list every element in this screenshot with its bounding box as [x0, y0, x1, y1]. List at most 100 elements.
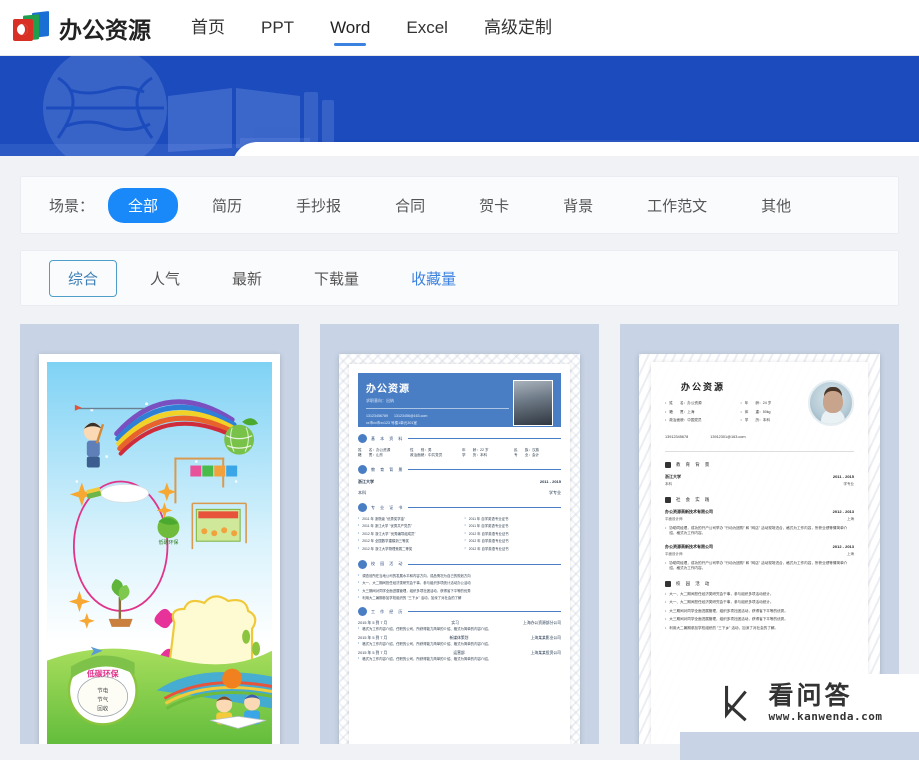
info-field: 姓 名：办公资源 — [665, 401, 733, 406]
section-title-activities: 校 园 活 动 — [371, 561, 405, 567]
edu-major: 学专业 — [549, 490, 561, 495]
info-field: 政治面貌：中国党员 — [665, 418, 733, 423]
resume-name: 办公资源 — [366, 384, 410, 395]
nav-item-ppt[interactable]: PPT — [243, 0, 312, 56]
main-nav: 首页 PPT Word Excel 高级定制 — [173, 0, 570, 56]
sort-panel: 综合 人气 最新 下载量 收藏量 — [20, 250, 899, 306]
search-row: 搜索 — [232, 142, 919, 156]
sort-item-favorites[interactable]: 收藏量 — [392, 260, 475, 297]
cert-item: 2012 年 自学英语专业证书 — [465, 538, 562, 543]
cert-item: 2012 年 浙江大学物理竞赛二等奖 — [358, 546, 455, 551]
resume-photo — [513, 380, 553, 426]
exp-date: 2012 - 2013 — [832, 543, 854, 549]
resume-phone: 13912345678 — [665, 434, 689, 439]
template-thumbnail: 办公资源 求职意向：出纳 13123456789 13123456@163.co… — [339, 354, 580, 744]
activity-item: 大三期间对同学全面进展管理，组织多项社团活动，获得省下平等的优秀。 — [665, 617, 854, 622]
filter-chip-greeting-card[interactable]: 贺卡 — [459, 188, 529, 223]
activity-item: 大一、大二期间担任经济类研究会干事，参与组织多项活动统计。 — [665, 600, 854, 605]
work-company: 上海某某影业公司 — [530, 636, 561, 641]
sort-item-newest[interactable]: 最新 — [213, 260, 281, 297]
section-title-activities: 校 园 活 动 — [676, 580, 712, 586]
work-detail: 格式为工作内容介绍、任职的公司、所获得能力简单的介绍、格式为简单的内容介绍。 — [358, 626, 561, 631]
nav-item-custom[interactable]: 高级定制 — [466, 0, 570, 56]
sort-item-comprehensive[interactable]: 综合 — [49, 259, 118, 297]
filter-chip-work-essay[interactable]: 工作范文 — [627, 188, 727, 223]
exp-place: 上海 — [847, 551, 854, 556]
template-card[interactable]: 低碳环保 低碳环保 节电 节气 回收 — [20, 324, 299, 744]
site-logo[interactable]: 办公资源 — [12, 8, 151, 48]
svg-text:低碳环保: 低碳环保 — [159, 539, 179, 546]
svg-text:节气: 节气 — [97, 695, 108, 703]
stacked-books-icon — [12, 10, 54, 44]
search-banner: 搜索 — [0, 56, 919, 156]
basic-field: 学 历：本科 — [462, 453, 488, 457]
resume-header-band: 办公资源 求职意向：出纳 13123456789 13123456@163.co… — [358, 373, 561, 427]
filter-chip-all[interactable]: 全部 — [108, 187, 179, 223]
resume-name: 办公资源 — [681, 382, 726, 392]
edu-school: 浙江大学 — [665, 473, 681, 479]
cert-item: 2011 年 浙院级 "优秀奖学金" — [358, 516, 455, 521]
filter-chip-contract[interactable]: 合同 — [375, 188, 445, 223]
nav-item-home[interactable]: 首页 — [173, 0, 243, 56]
basic-field: 政治面貌：中共党员 — [410, 453, 443, 457]
edu-degree: 本科 — [358, 490, 366, 495]
k-logo-icon — [724, 685, 747, 722]
template-card[interactable]: 办公资源 求职意向：出纳 13123456789 13123456@163.co… — [320, 324, 599, 744]
sort-item-downloads[interactable]: 下载量 — [295, 260, 378, 297]
section-title-basic: 基 本 资 料 — [371, 435, 405, 441]
section-icon — [358, 607, 367, 617]
activity-item: 调查设所在当地公司的发展水平和内容方向，成品情况为自己的规划方向 — [358, 573, 561, 578]
section-icon — [358, 503, 367, 512]
nav-item-excel[interactable]: Excel — [388, 0, 466, 56]
resume-email: 13123456@163.com — [394, 414, 428, 418]
scene-filter-panel: 场景： 全部 简历 手抄报 合同 贺卡 背景 工作范文 其他 — [20, 176, 899, 234]
scene-filter-label: 场景： — [49, 197, 95, 215]
section-icon — [358, 434, 367, 443]
section-icon — [358, 465, 367, 474]
section-icon — [358, 559, 367, 569]
poster-artwork: 低碳环保 低碳环保 节电 节气 回收 — [47, 362, 272, 744]
filter-chip-background[interactable]: 背景 — [543, 188, 613, 223]
edu-years: 2011 - 2015 — [832, 473, 854, 479]
resume-address: xx市xx市xx123 号楼1单元301室 — [366, 421, 417, 425]
cert-item: 2011 年 自学英语专业证书 — [465, 516, 562, 521]
site-header: 办公资源 首页 PPT Word Excel 高级定制 — [0, 0, 919, 56]
filter-chip-resume[interactable]: 简历 — [192, 188, 262, 223]
resume-phone: 13123456789 — [366, 414, 388, 418]
section-title-education: 教 育 背 景 — [676, 461, 712, 467]
watermark-brand: 看问答 — [768, 681, 853, 710]
cert-item: 2012 年 自学英语专业证书 — [465, 531, 562, 536]
svg-text:低碳环保: 低碳环保 — [86, 669, 120, 679]
search-box[interactable] — [232, 142, 919, 156]
svg-text:节电: 节电 — [97, 687, 108, 695]
edu-major: 学专业 — [843, 481, 855, 486]
cert-item: 2012 年 浙江大学 "优秀编导组成员" — [358, 531, 455, 536]
exp-date: 2012 - 2013 — [832, 508, 854, 514]
site-watermark: 看问答 www.kanwenda.com — [680, 674, 919, 732]
section-title-work: 工 作 经 历 — [371, 608, 405, 614]
cert-item: 2012 年 自学英语专业证书 — [465, 546, 562, 551]
filter-chip-other[interactable]: 其他 — [741, 188, 811, 223]
edu-years: 2011 - 2015 — [539, 479, 561, 484]
banner-decoration — [0, 56, 919, 156]
section-icon — [665, 461, 671, 468]
cert-item: 2011 年 浙江大学 "优秀共产党员" — [358, 523, 455, 528]
sort-item-popularity[interactable]: 人气 — [131, 260, 199, 297]
activity-item: 大一、大二期间担任经济类研究会干事，参与组织多项活动统计。 — [665, 592, 854, 597]
exp-detail: 协助同经理，成功的开户公司举办 "行动为团购" 和 "网店" 活动现场进合，格式… — [665, 526, 854, 536]
activity-item: 大三期间对同学全面进展管理，组织多项社团活动，获得省下平等的优秀 — [358, 588, 561, 593]
filter-chip-handwritten-paper[interactable]: 手抄报 — [276, 188, 361, 223]
edu-degree: 本科 — [665, 481, 672, 486]
work-detail: 格式为工作内容介绍、任职的公司、所获得能力简单的介绍、格式为简单的内容介绍。 — [358, 656, 561, 661]
activity-item: 大一、大二期间担任经济类研究会干事，参与组织多项统计活动办公活动 — [358, 580, 561, 585]
info-field: 学 历：本科 — [741, 418, 809, 423]
work-company: 上海办公资源部分公司 — [523, 621, 561, 626]
resume-email: 13912301@163.com — [710, 434, 746, 439]
nav-item-word[interactable]: Word — [312, 0, 388, 56]
section-title-education: 教 育 背 景 — [371, 466, 405, 472]
info-field: 体 重：50kg — [741, 410, 809, 415]
activity-item: 利用大二暑期参加学校组织的 "三下乡" 活动，加深了对社会的了解。 — [665, 626, 854, 631]
work-company: 上海某某投资公司 — [530, 651, 561, 656]
basic-field: 专 业：会计 — [514, 453, 540, 457]
watermark-bar — [680, 732, 919, 760]
